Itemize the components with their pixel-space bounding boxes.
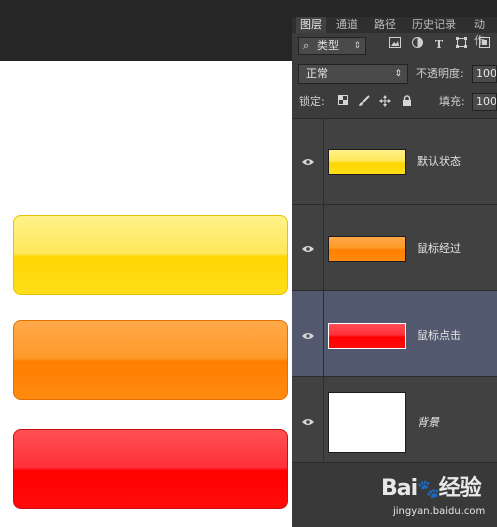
lock-brush-icon[interactable] (357, 95, 370, 109)
search-icon: ⌕ (303, 39, 310, 52)
fill-input[interactable]: 100% (472, 93, 497, 111)
layer-name: 默认状态 (417, 155, 461, 168)
smart-object-filter-icon[interactable] (477, 37, 491, 53)
layer-name: 背景 (417, 416, 439, 429)
eye-icon (302, 246, 314, 252)
lock-transparent-icon[interactable] (336, 95, 349, 109)
watermark-brand: Bai🐾经验 (381, 476, 482, 501)
layer-row-pressed[interactable]: 鼠标点击 (292, 291, 497, 377)
layer-thumbnail (328, 392, 406, 453)
layer-name: 鼠标点击 (417, 329, 461, 342)
blend-mode-value: 正常 (306, 67, 328, 80)
yellow-default-button (13, 215, 288, 295)
chevron-updown-icon: ⇕ (353, 41, 361, 51)
layer-row-hover[interactable]: 鼠标经过 (292, 205, 497, 291)
image-filter-icon[interactable] (388, 37, 402, 53)
layer-filter-select[interactable]: ⌕ 类型 ⇕ (298, 37, 366, 55)
adjustment-filter-icon[interactable] (410, 37, 424, 53)
panel-header-bar (292, 0, 497, 17)
opacity-input[interactable]: 100% (472, 65, 497, 83)
layer-row-background[interactable]: 背景 (292, 377, 497, 463)
visibility-toggle[interactable] (292, 119, 324, 204)
tab-history[interactable]: 历史记录 (408, 17, 460, 33)
lock-position-icon[interactable] (378, 95, 391, 109)
layer-thumbnail (328, 149, 406, 175)
visibility-toggle[interactable] (292, 205, 324, 290)
chevron-updown-icon: ⇕ (394, 69, 402, 79)
tab-actions[interactable]: 动作 (470, 17, 497, 47)
blend-mode-select[interactable]: 正常 ⇕ (298, 64, 408, 84)
baidu-jingyan-watermark: Bai🐾经验 jingyan.baidu.com (381, 470, 491, 520)
panel-tabs: 图层 通道 路径 历史记录 动作 (292, 17, 497, 47)
visibility-toggle[interactable] (292, 291, 324, 376)
eye-icon (302, 159, 314, 165)
eye-icon (302, 333, 314, 339)
lock-label: 锁定: (299, 95, 325, 108)
lock-all-icon[interactable] (400, 95, 413, 109)
tab-paths[interactable]: 路径 (370, 17, 400, 33)
orange-hover-button (13, 320, 288, 400)
layer-row-default[interactable]: 默认状态 (292, 119, 497, 205)
document-title-bar (0, 0, 292, 61)
watermark-url: jingyan.baidu.com (393, 506, 486, 517)
type-filter-icon[interactable]: T (432, 37, 446, 53)
layer-filter-label: 类型 (317, 39, 339, 52)
fill-label: 填充: (439, 95, 465, 108)
tab-channels[interactable]: 通道 (332, 17, 362, 33)
shape-filter-icon[interactable] (454, 37, 468, 53)
layer-name: 鼠标经过 (417, 242, 461, 255)
layer-thumbnail (328, 323, 406, 349)
tab-layers[interactable]: 图层 (296, 17, 326, 33)
red-pressed-button (13, 429, 288, 509)
visibility-toggle[interactable] (292, 377, 324, 462)
opacity-label: 不透明度: (416, 67, 464, 80)
layer-thumbnail (328, 236, 406, 262)
layers-panel: 图层 通道 路径 历史记录 动作 ⌕ 类型 ⇕ T 正常 ⇕ 不透明度: 100… (292, 0, 497, 527)
eye-icon (302, 419, 314, 425)
